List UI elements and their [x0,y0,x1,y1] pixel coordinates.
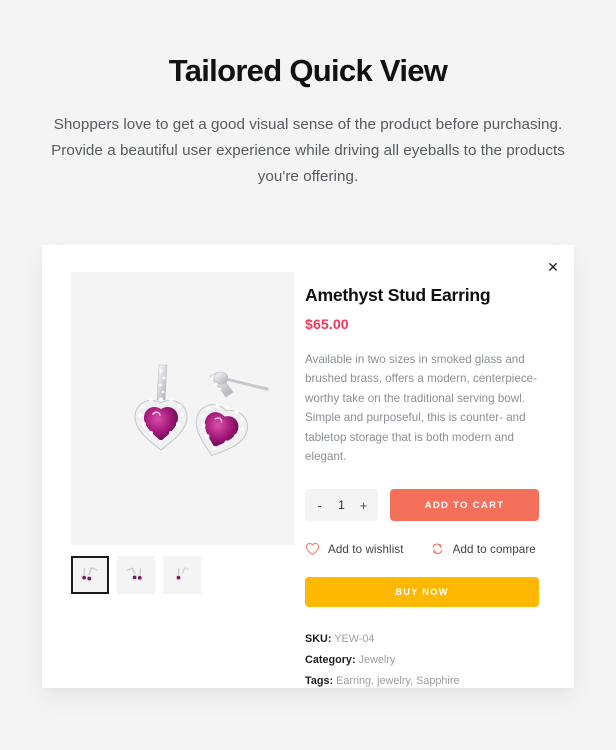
meta-sku-value: YEW-04 [334,633,375,646]
purchase-row: - 1 + ADD TO CART [305,489,539,522]
quick-view-page: Tailored Quick View Shoppers love to get… [0,0,616,750]
product-title: Amethyst Stud Earring [305,285,491,305]
page-subtitle: Shoppers love to get a good visual sense… [51,116,565,185]
meta-tags-key: Tags: [305,675,334,688]
add-to-cart-button[interactable]: ADD TO CART [390,489,539,522]
thumbnail-2[interactable] [117,556,155,594]
close-icon[interactable]: ✕ [538,252,568,282]
page-title: Tailored Quick View [168,53,448,88]
meta-sku-key: SKU: [305,633,332,646]
quick-view-card: ✕ Amethyst Stud Earring $65.00 Available… [42,245,574,688]
compare-arrows-icon [430,542,445,556]
meta-category-key: Category: [305,654,356,667]
page-header: Tailored Quick View Shoppers love to get… [0,0,616,190]
thumbnail-list [71,556,294,594]
meta-category-value[interactable]: Jewelry [359,654,396,666]
product-meta-list: SKU: YEW-04 Category: Jewelry Tags: Earr… [305,629,539,692]
quantity-decrement-button[interactable]: - [309,490,330,520]
thumbnail-1[interactable] [71,556,109,594]
meta-sku: SKU: YEW-04 [305,629,539,650]
meta-category: Category: Jewelry [305,650,539,671]
add-to-wishlist-button[interactable]: Add to wishlist [305,542,404,556]
thumbnail-image-2 [118,557,154,593]
quantity-value: 1 [338,498,345,513]
quantity-increment-button[interactable]: + [353,490,374,520]
main-product-image[interactable] [71,272,294,545]
secondary-actions: Add to wishlist Add to compare [305,542,539,556]
meta-tags-value[interactable]: Earring, jewelry, Sapphire [336,675,459,687]
add-to-compare-button[interactable]: Add to compare [430,542,536,556]
product-price: $65.00 [305,317,349,333]
buy-now-button[interactable]: BUY NOW [305,577,539,608]
earrings-illustration [71,272,294,545]
heart-icon [305,542,320,556]
quantity-stepper[interactable]: - 1 + [305,489,378,522]
thumbnail-image-1 [73,558,107,592]
thumbnail-image-3 [164,557,200,593]
thumbnail-3[interactable] [163,556,201,594]
add-to-wishlist-label: Add to wishlist [328,542,404,556]
product-description: Available in two sizes in smoked glass a… [305,353,538,464]
product-gallery [42,245,294,688]
add-to-compare-label: Add to compare [452,542,536,556]
product-details: Amethyst Stud Earring $65.00 Available i… [294,245,574,688]
meta-tags: Tags: Earring, jewelry, Sapphire [305,671,539,692]
